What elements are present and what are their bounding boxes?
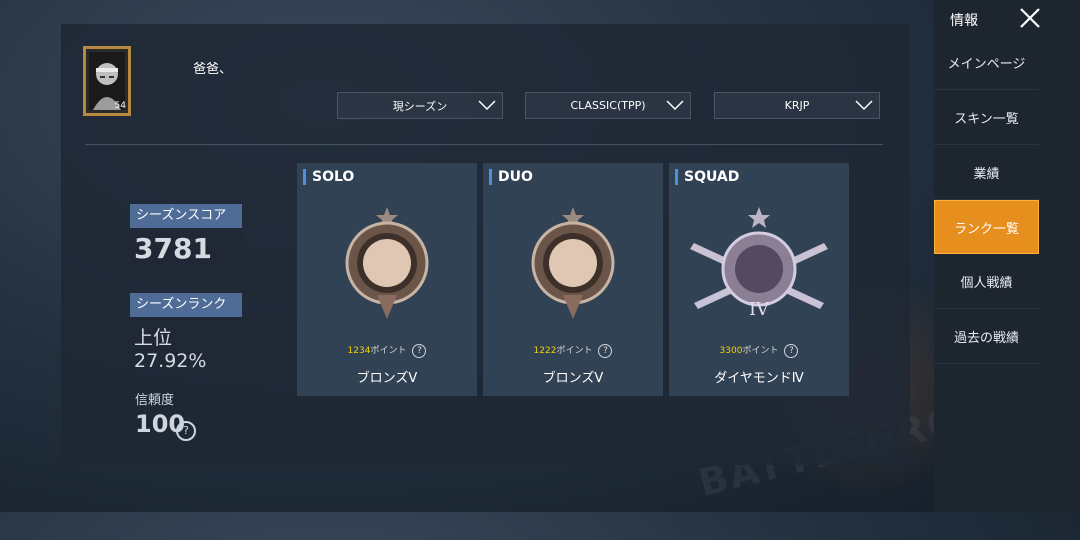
points-unit: ポイント — [370, 346, 407, 356]
sidebar-item-skins[interactable]: スキン一覧 — [934, 91, 1039, 145]
divider — [85, 144, 883, 145]
rank-card-squad[interactable]: SQUAD IV 3300ポイント? ダイヤモンドⅣ — [669, 163, 849, 396]
bronze-rank-icon — [531, 207, 615, 319]
chevron-down-icon — [855, 100, 873, 111]
season-rank-value: 上位27.92% — [134, 327, 207, 372]
help-icon[interactable]: ? — [784, 343, 799, 358]
season-dropdown-label: 現シーズン — [392, 99, 448, 113]
points-unit: ポイント — [742, 346, 779, 356]
points-value: 1234 — [347, 346, 371, 356]
trust-label: 信頼度 — [135, 393, 175, 408]
points-unit: ポイント — [556, 346, 593, 356]
sidebar-item-achievements[interactable]: 業績 — [934, 146, 1039, 200]
help-icon[interactable]: ? — [598, 343, 613, 358]
card-rank-name: ブロンズⅤ — [356, 371, 418, 386]
season-score-value: 3781 — [134, 232, 212, 265]
diamond-rank-icon: IV — [690, 207, 828, 320]
season-score-label: シーズンスコア — [130, 204, 242, 228]
card-tag: DUO — [489, 169, 533, 185]
sidebar-item-personal-stats[interactable]: 個人戦績 — [934, 255, 1039, 309]
mode-dropdown-label: CLASSIC(TPP) — [570, 99, 646, 112]
points-value: 3300 — [719, 346, 743, 356]
card-tag: SOLO — [303, 169, 354, 185]
sidebar-item-history[interactable]: 過去の戦績 — [934, 310, 1039, 364]
card-points: 1222ポイント? — [483, 343, 663, 358]
card-rank-name: ブロンズⅤ — [542, 371, 604, 386]
bronze-rank-icon — [345, 207, 429, 319]
help-icon[interactable]: ? — [176, 421, 196, 441]
season-dropdown[interactable]: 現シーズン — [337, 92, 503, 119]
sidebar-item-main-page[interactable]: メインページ — [934, 36, 1039, 90]
season-score-box: 3781 — [130, 228, 242, 268]
chevron-down-icon — [478, 100, 496, 111]
avatar[interactable]: 54 — [83, 46, 131, 116]
card-rank-name: ダイヤモンドⅣ — [714, 371, 804, 386]
help-icon[interactable]: ? — [412, 343, 427, 358]
region-dropdown[interactable]: KRJP — [714, 92, 880, 119]
avatar-frame: 54 — [83, 46, 131, 116]
card-tag: SQUAD — [675, 169, 739, 185]
mode-dropdown[interactable]: CLASSIC(TPP) — [525, 92, 691, 119]
sidebar-title: 情報 — [950, 13, 978, 29]
sidebar: 情報 メインページ スキン一覧 業績 ランク一覧 個人戦績 過去の戦績 — [934, 0, 1080, 512]
rank-card-solo[interactable]: SOLO 1234ポイント? ブロンズⅤ — [297, 163, 477, 396]
card-points: 1234ポイント? — [297, 343, 477, 358]
card-points: 3300ポイント? — [669, 343, 849, 358]
region-dropdown-label: KRJP — [784, 99, 810, 112]
rank-card-duo[interactable]: DUO 1222ポイント? ブロンズⅤ — [483, 163, 663, 396]
rank-panel: 54 爸爸、 現シーズン CLASSIC(TPP) KRJP シーズンスコア 3… — [61, 24, 910, 465]
close-icon[interactable] — [1018, 6, 1042, 30]
player-level: 54 — [114, 101, 126, 111]
svg-text:IV: IV — [749, 299, 770, 320]
sidebar-item-ranks[interactable]: ランク一覧 — [934, 200, 1039, 254]
player-name: 爸爸、 — [193, 62, 233, 77]
chevron-down-icon — [666, 100, 684, 111]
points-value: 1222 — [533, 346, 557, 356]
season-rank-box: 上位27.92% — [130, 317, 242, 372]
season-rank-label: シーズンランク — [130, 293, 242, 317]
